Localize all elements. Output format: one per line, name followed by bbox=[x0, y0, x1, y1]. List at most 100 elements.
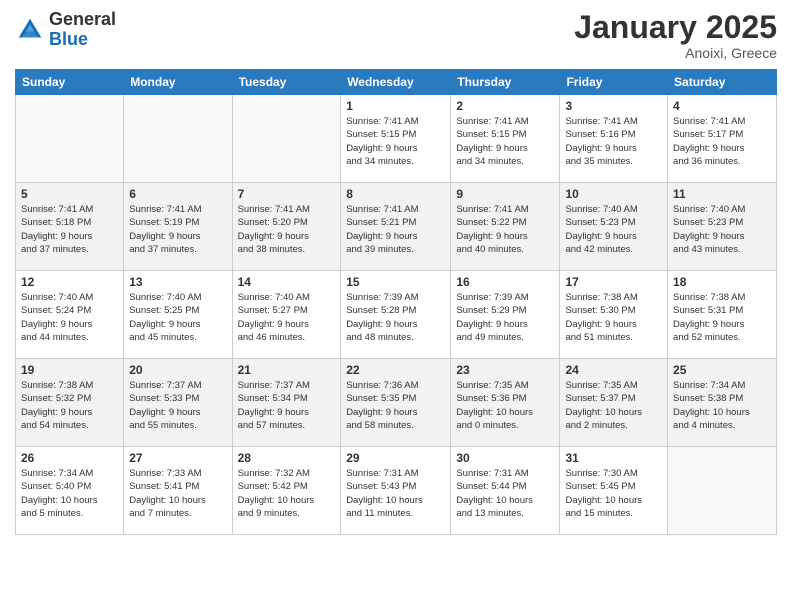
day-number: 2 bbox=[456, 99, 554, 113]
day-number: 4 bbox=[673, 99, 771, 113]
page: General Blue January 2025 Anoixi, Greece… bbox=[0, 0, 792, 612]
day-cell: 2Sunrise: 7:41 AM Sunset: 5:15 PM Daylig… bbox=[451, 95, 560, 183]
day-header-tuesday: Tuesday bbox=[232, 70, 341, 95]
day-cell: 15 Sunrise: 7:39 AM Sunset: 5:28 PM Dayli… bbox=[341, 271, 451, 359]
logo-general: General bbox=[49, 10, 116, 30]
day-cell: 22 Sunrise: 7:36 AM Sunset: 5:35 PM Dayli… bbox=[341, 359, 451, 447]
day-cell: 19Sunrise: 7:38 AM Sunset: 5:32 PM Dayli… bbox=[16, 359, 124, 447]
day-info: Sunrise: 7:34 AM Sunset: 5:40 PM Dayligh… bbox=[21, 467, 118, 520]
day-info: Sunrise: 7:39 AM Sunset: 5:29 PM Dayligh… bbox=[456, 291, 554, 344]
week-row: 26 Sunrise: 7:34 AM Sunset: 5:40 PM Dayli… bbox=[16, 447, 777, 535]
header: General Blue January 2025 Anoixi, Greece bbox=[15, 10, 777, 61]
day-cell: 1Sunrise: 7:41 AM Sunset: 5:15 PM Daylig… bbox=[341, 95, 451, 183]
day-header-monday: Monday bbox=[124, 70, 232, 95]
day-info: Sunrise: 7:40 AM Sunset: 5:25 PM Dayligh… bbox=[129, 291, 226, 344]
day-number: 5 bbox=[21, 187, 118, 201]
day-number: 31 bbox=[565, 451, 662, 465]
day-number: 14 bbox=[238, 275, 336, 289]
day-number: 11 bbox=[673, 187, 771, 201]
day-info: Sunrise: 7:40 AM Sunset: 5:24 PM Dayligh… bbox=[21, 291, 118, 344]
day-info: Sunrise: 7:37 AM Sunset: 5:34 PM Dayligh… bbox=[238, 379, 336, 432]
day-header-friday: Friday bbox=[560, 70, 668, 95]
day-cell bbox=[124, 95, 232, 183]
day-cell: 27 Sunrise: 7:33 AM Sunset: 5:41 PM Dayli… bbox=[124, 447, 232, 535]
day-info: Sunrise: 7:40 AM Sunset: 5:27 PM Dayligh… bbox=[238, 291, 336, 344]
day-header-sunday: Sunday bbox=[16, 70, 124, 95]
day-info: Sunrise: 7:32 AM Sunset: 5:42 PM Dayligh… bbox=[238, 467, 336, 520]
day-info: Sunrise: 7:41 AM Sunset: 5:21 PM Dayligh… bbox=[346, 203, 445, 256]
day-cell: 26 Sunrise: 7:34 AM Sunset: 5:40 PM Dayli… bbox=[16, 447, 124, 535]
day-number: 23 bbox=[456, 363, 554, 377]
day-cell: 4Sunrise: 7:41 AM Sunset: 5:17 PM Daylig… bbox=[668, 95, 777, 183]
day-number: 24 bbox=[565, 363, 662, 377]
day-number: 26 bbox=[21, 451, 118, 465]
day-info: Sunrise: 7:31 AM Sunset: 5:43 PM Dayligh… bbox=[346, 467, 445, 520]
day-number: 6 bbox=[129, 187, 226, 201]
day-number: 18 bbox=[673, 275, 771, 289]
day-cell: 13 Sunrise: 7:40 AM Sunset: 5:25 PM Dayli… bbox=[124, 271, 232, 359]
day-info: Sunrise: 7:41 AM Sunset: 5:18 PM Dayligh… bbox=[21, 203, 118, 256]
day-number: 10 bbox=[565, 187, 662, 201]
day-cell: 3 Sunrise: 7:41 AM Sunset: 5:16 PM Daylig… bbox=[560, 95, 668, 183]
day-number: 30 bbox=[456, 451, 554, 465]
day-cell: 9 Sunrise: 7:41 AM Sunset: 5:22 PM Daylig… bbox=[451, 183, 560, 271]
day-info: Sunrise: 7:36 AM Sunset: 5:35 PM Dayligh… bbox=[346, 379, 445, 432]
day-info: Sunrise: 7:40 AM Sunset: 5:23 PM Dayligh… bbox=[673, 203, 771, 256]
day-number: 15 bbox=[346, 275, 445, 289]
day-number: 8 bbox=[346, 187, 445, 201]
day-info: Sunrise: 7:41 AM Sunset: 5:22 PM Dayligh… bbox=[456, 203, 554, 256]
day-info: Sunrise: 7:34 AM Sunset: 5:38 PM Dayligh… bbox=[673, 379, 771, 432]
day-info: Sunrise: 7:39 AM Sunset: 5:28 PM Dayligh… bbox=[346, 291, 445, 344]
day-info: Sunrise: 7:30 AM Sunset: 5:45 PM Dayligh… bbox=[565, 467, 662, 520]
day-cell: 20 Sunrise: 7:37 AM Sunset: 5:33 PM Dayli… bbox=[124, 359, 232, 447]
day-number: 9 bbox=[456, 187, 554, 201]
day-header-wednesday: Wednesday bbox=[341, 70, 451, 95]
day-info: Sunrise: 7:35 AM Sunset: 5:36 PM Dayligh… bbox=[456, 379, 554, 432]
day-cell: 25Sunrise: 7:34 AM Sunset: 5:38 PM Dayli… bbox=[668, 359, 777, 447]
day-cell: 16Sunrise: 7:39 AM Sunset: 5:29 PM Dayli… bbox=[451, 271, 560, 359]
day-cell: 11 Sunrise: 7:40 AM Sunset: 5:23 PM Dayli… bbox=[668, 183, 777, 271]
day-cell: 24 Sunrise: 7:35 AM Sunset: 5:37 PM Dayli… bbox=[560, 359, 668, 447]
calendar-table: SundayMondayTuesdayWednesdayThursdayFrid… bbox=[15, 69, 777, 535]
day-cell bbox=[668, 447, 777, 535]
day-cell: 10 Sunrise: 7:40 AM Sunset: 5:23 PM Dayli… bbox=[560, 183, 668, 271]
month-year: January 2025 bbox=[574, 10, 777, 45]
day-number: 29 bbox=[346, 451, 445, 465]
day-info: Sunrise: 7:40 AM Sunset: 5:23 PM Dayligh… bbox=[565, 203, 662, 256]
day-cell: 7Sunrise: 7:41 AM Sunset: 5:20 PM Daylig… bbox=[232, 183, 341, 271]
day-info: Sunrise: 7:41 AM Sunset: 5:16 PM Dayligh… bbox=[565, 115, 662, 168]
day-cell: 6 Sunrise: 7:41 AM Sunset: 5:19 PM Daylig… bbox=[124, 183, 232, 271]
logo: General Blue bbox=[15, 10, 116, 50]
day-cell: 5 Sunrise: 7:41 AM Sunset: 5:18 PM Daylig… bbox=[16, 183, 124, 271]
title-section: January 2025 Anoixi, Greece bbox=[574, 10, 777, 61]
day-cell: 23 Sunrise: 7:35 AM Sunset: 5:36 PM Dayli… bbox=[451, 359, 560, 447]
week-row: 5 Sunrise: 7:41 AM Sunset: 5:18 PM Daylig… bbox=[16, 183, 777, 271]
logo-blue: Blue bbox=[49, 30, 116, 50]
day-info: Sunrise: 7:38 AM Sunset: 5:30 PM Dayligh… bbox=[565, 291, 662, 344]
day-cell: 14 Sunrise: 7:40 AM Sunset: 5:27 PM Dayli… bbox=[232, 271, 341, 359]
day-cell: 8 Sunrise: 7:41 AM Sunset: 5:21 PM Daylig… bbox=[341, 183, 451, 271]
day-info: Sunrise: 7:41 AM Sunset: 5:15 PM Dayligh… bbox=[346, 115, 445, 168]
day-number: 27 bbox=[129, 451, 226, 465]
day-number: 7 bbox=[238, 187, 336, 201]
day-info: Sunrise: 7:35 AM Sunset: 5:37 PM Dayligh… bbox=[565, 379, 662, 432]
day-number: 22 bbox=[346, 363, 445, 377]
day-info: Sunrise: 7:37 AM Sunset: 5:33 PM Dayligh… bbox=[129, 379, 226, 432]
day-number: 20 bbox=[129, 363, 226, 377]
day-info: Sunrise: 7:38 AM Sunset: 5:31 PM Dayligh… bbox=[673, 291, 771, 344]
day-header-saturday: Saturday bbox=[668, 70, 777, 95]
day-cell: 17Sunrise: 7:38 AM Sunset: 5:30 PM Dayli… bbox=[560, 271, 668, 359]
day-cell: 31 Sunrise: 7:30 AM Sunset: 5:45 PM Dayli… bbox=[560, 447, 668, 535]
day-info: Sunrise: 7:33 AM Sunset: 5:41 PM Dayligh… bbox=[129, 467, 226, 520]
day-cell: 18 Sunrise: 7:38 AM Sunset: 5:31 PM Dayli… bbox=[668, 271, 777, 359]
day-number: 13 bbox=[129, 275, 226, 289]
day-info: Sunrise: 7:31 AM Sunset: 5:44 PM Dayligh… bbox=[456, 467, 554, 520]
day-header-thursday: Thursday bbox=[451, 70, 560, 95]
week-row: 19Sunrise: 7:38 AM Sunset: 5:32 PM Dayli… bbox=[16, 359, 777, 447]
header-row: SundayMondayTuesdayWednesdayThursdayFrid… bbox=[16, 70, 777, 95]
day-number: 3 bbox=[565, 99, 662, 113]
day-number: 12 bbox=[21, 275, 118, 289]
day-info: Sunrise: 7:38 AM Sunset: 5:32 PM Dayligh… bbox=[21, 379, 118, 432]
day-info: Sunrise: 7:41 AM Sunset: 5:19 PM Dayligh… bbox=[129, 203, 226, 256]
day-number: 28 bbox=[238, 451, 336, 465]
